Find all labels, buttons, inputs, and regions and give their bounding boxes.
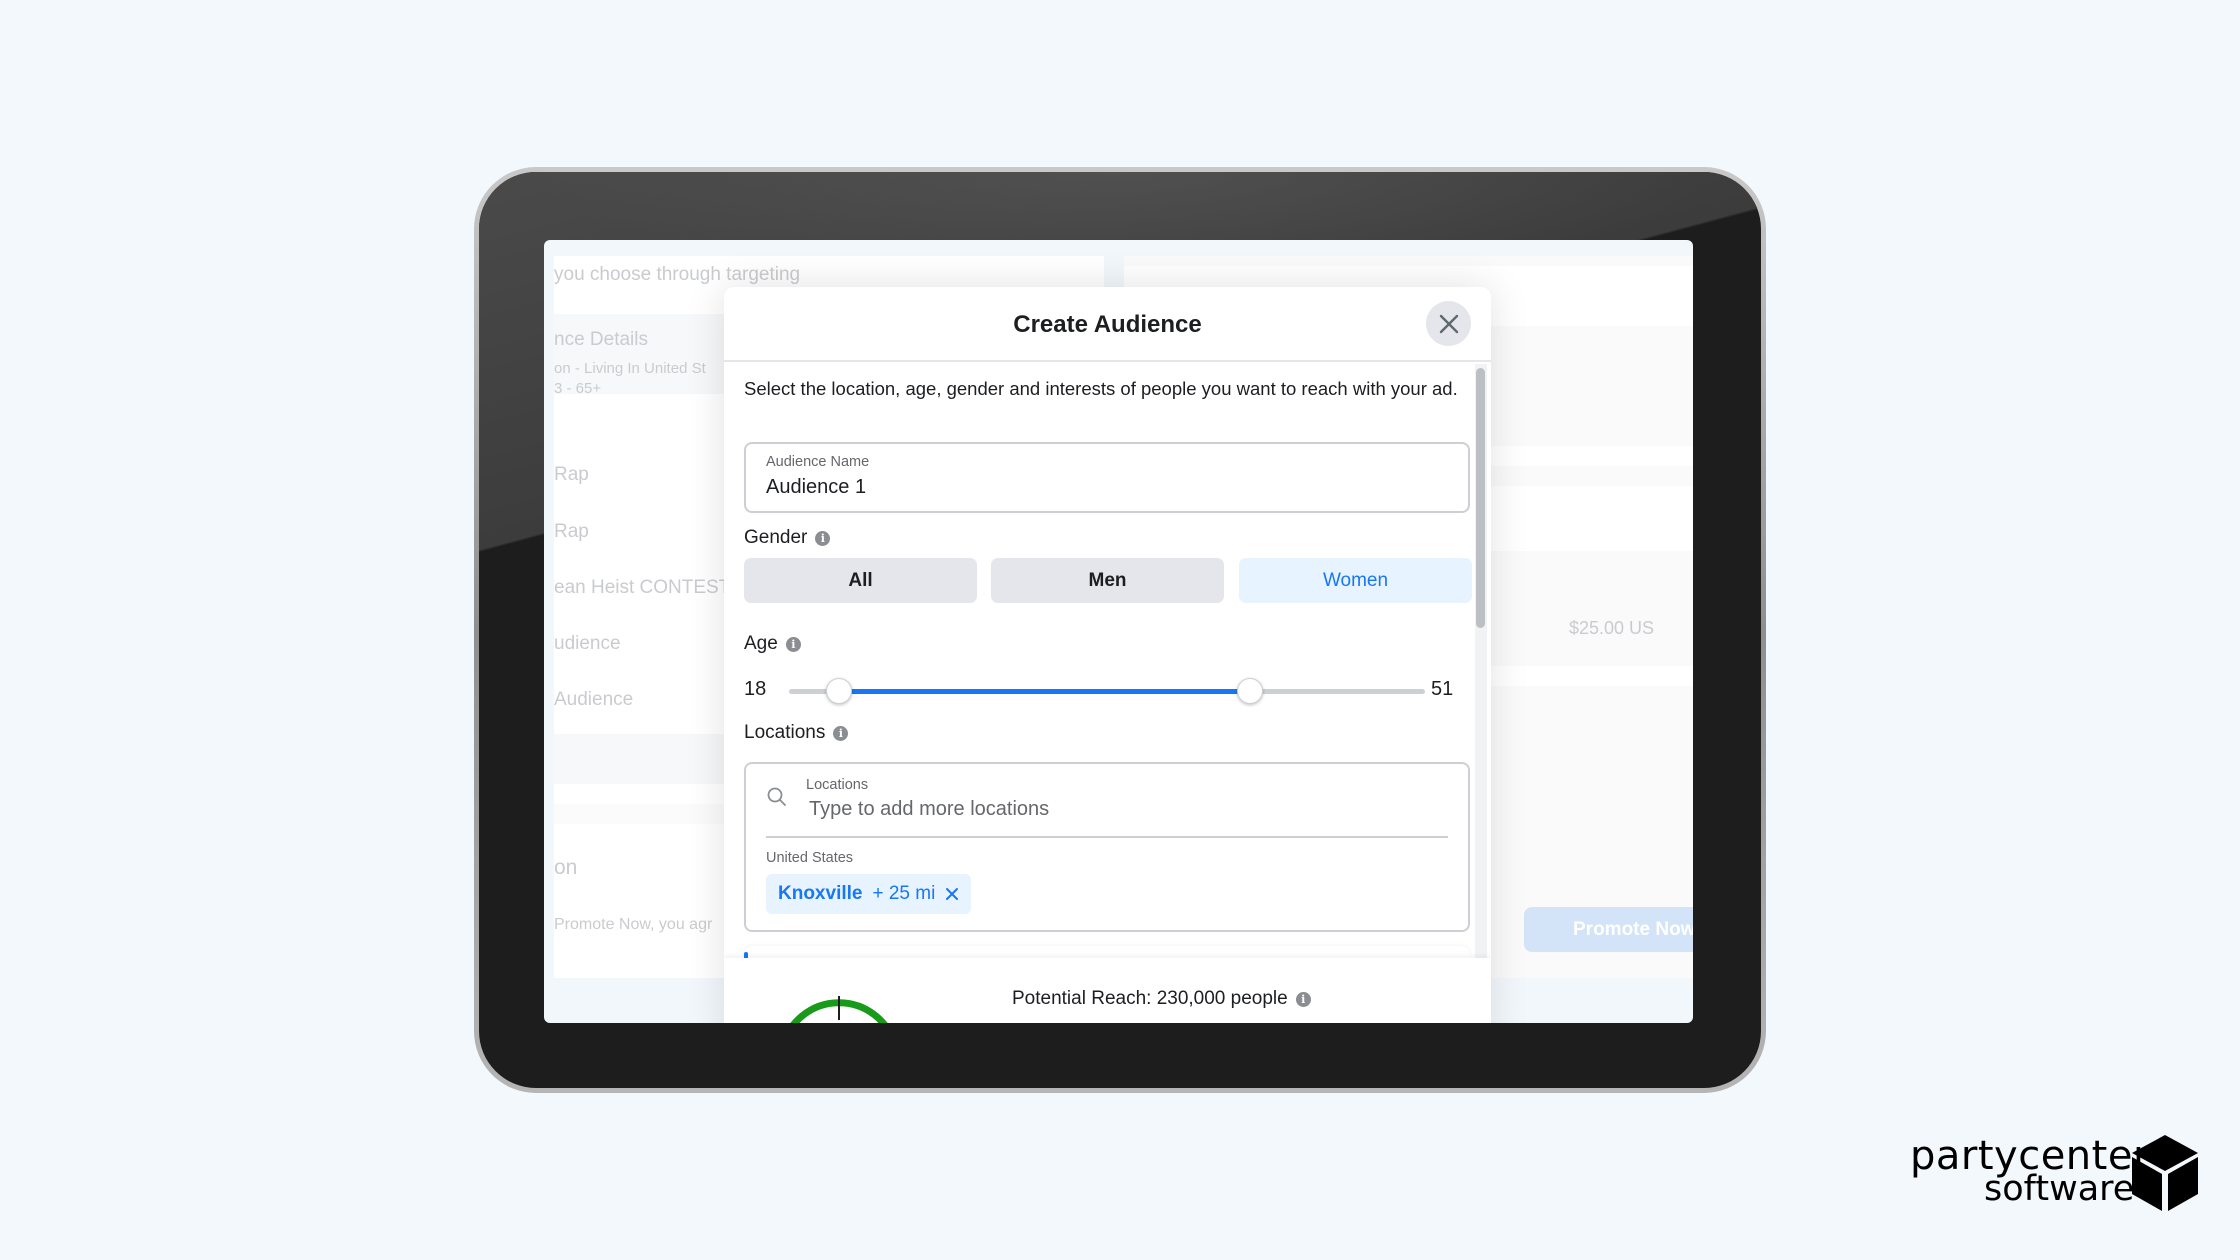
location-country: United States	[766, 850, 854, 866]
location-chip-name: Knoxville	[778, 883, 863, 904]
audience-details-line1: on - Living In United St	[554, 360, 706, 377]
logo-text-line2: software	[1984, 1169, 2135, 1209]
age-slider[interactable]	[789, 678, 1425, 704]
audience-details-title: nce Details	[554, 329, 648, 350]
age-max-thumb[interactable]	[1237, 678, 1264, 704]
scrollbar-thumb[interactable]	[1476, 368, 1485, 628]
close-button[interactable]	[1426, 301, 1471, 346]
modal-header: Create Audience	[724, 287, 1491, 362]
age-max-value: 51	[1431, 678, 1454, 700]
gender-women-button[interactable]: Women	[1239, 558, 1472, 603]
location-chip[interactable]: Knoxville + 25 mi	[766, 874, 972, 914]
cube-logo-icon	[2132, 1135, 2198, 1211]
audience-name-label: Audience Name	[766, 454, 870, 470]
audience-list-item[interactable]: ean Heist CONTEST	[554, 577, 730, 599]
locations-divider	[766, 836, 1448, 838]
age-slider-fill	[839, 689, 1251, 694]
search-icon	[767, 787, 786, 806]
age-label: Age i	[744, 633, 801, 655]
gender-all-button[interactable]: All	[744, 558, 977, 603]
tablet-screen: you choose through targeting nce Details…	[544, 240, 1693, 1023]
reach-gauge-icon	[790, 996, 888, 1023]
tablet-bezel: you choose through targeting nce Details…	[479, 172, 1761, 1088]
close-icon	[1439, 314, 1458, 333]
audience-list-item[interactable]: Rap	[554, 464, 589, 486]
modal-description: Select the location, age, gender and int…	[744, 378, 1458, 399]
modal-body: Select the location, age, gender and int…	[724, 362, 1491, 958]
modal-footer: Potential Reach: 230,000 people i	[724, 958, 1491, 1023]
audience-list-item[interactable]: udience	[554, 633, 621, 655]
modal-title: Create Audience	[1013, 311, 1202, 338]
tablet-frame: you choose through targeting nce Details…	[474, 167, 1766, 1093]
audience-details-line2: 3 - 65+	[554, 380, 602, 397]
targeting-hint: you choose through targeting	[554, 264, 801, 285]
age-min-thumb[interactable]	[826, 678, 852, 704]
gender-men-button[interactable]: Men	[991, 558, 1224, 603]
locations-search-input[interactable]: Type to add more locations	[809, 798, 1049, 821]
remove-location-icon[interactable]	[945, 887, 959, 901]
promote-now-button[interactable]: Promote Now	[1524, 907, 1693, 952]
partycenter-logo: partycenter software	[1910, 1133, 2200, 1215]
location-chip-radius[interactable]: + 25 mi	[872, 883, 935, 905]
age-label-text: Age	[744, 633, 778, 654]
audience-list-item[interactable]: Rap	[554, 521, 589, 543]
info-icon[interactable]: i	[833, 725, 849, 741]
terms-text: Promote Now, you agr	[554, 916, 713, 933]
locations-label-text: Locations	[744, 722, 826, 743]
potential-reach: Potential Reach: 230,000 people i	[1012, 988, 1311, 1010]
locations-label: Locations i	[744, 722, 849, 744]
info-icon[interactable]: i	[1295, 991, 1311, 1007]
section-heading: on	[554, 856, 578, 879]
audience-name-input[interactable]: Audience 1	[766, 476, 866, 499]
locations-search-label: Locations	[806, 777, 869, 793]
age-min-value: 18	[744, 678, 767, 700]
create-audience-modal: Create Audience Select the location, age…	[724, 287, 1491, 1023]
info-icon[interactable]: i	[785, 636, 801, 652]
audience-name-field[interactable]: Audience Name Audience 1	[744, 442, 1470, 513]
gender-label: Gender i	[744, 527, 831, 549]
audience-list-item[interactable]: Audience	[554, 689, 633, 711]
info-icon[interactable]: i	[815, 530, 831, 546]
gender-label-text: Gender	[744, 527, 808, 548]
locations-box: Locations Type to add more locations Uni…	[744, 762, 1470, 932]
potential-reach-text: Potential Reach: 230,000 people	[1012, 988, 1288, 1009]
next-section-card	[744, 946, 1470, 958]
budget-value: $25.00 US	[1569, 618, 1655, 638]
